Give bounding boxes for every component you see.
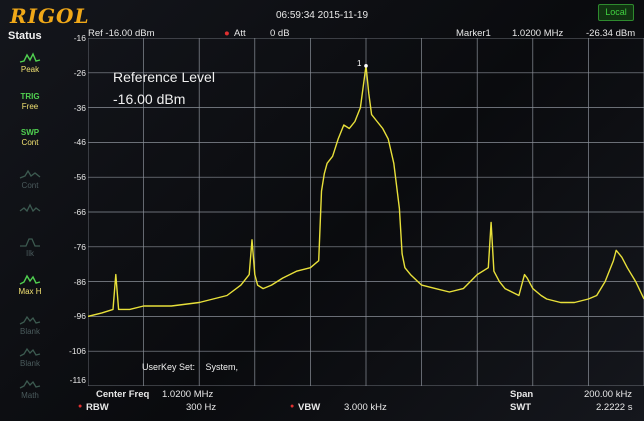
sidebar-item-blank-2[interactable]: Blank (4, 346, 56, 378)
userkey-status: UserKey Set: System, (142, 362, 246, 372)
filter-icon (20, 238, 40, 247)
vbw-label[interactable]: VBW (298, 402, 320, 413)
vbw-indicator-dot: ● (290, 403, 295, 410)
y-tick-label: -56 (73, 172, 86, 183)
y-tick-label: -86 (73, 276, 86, 287)
wave-icon (19, 203, 41, 213)
userkey-label: UserKey Set: (142, 362, 196, 372)
y-tick-label: -66 (73, 207, 86, 217)
y-tick-label: -76 (73, 241, 86, 252)
y-tick-label: -116 (69, 375, 86, 385)
ref-level-annotation: Reference Level -16.00 dBm (113, 66, 215, 110)
datetime: 06:59:34 2015-11-19 (275, 10, 369, 21)
sidebar-item-peak[interactable]: Peak (4, 52, 56, 84)
analyzer-screen: RIGOL 06:59:34 2015-11-19 Local Status P… (0, 0, 644, 421)
rbw-label[interactable]: RBW (86, 402, 109, 413)
rbw-indicator-dot: ● (78, 403, 83, 410)
sidebar-item-heading: TRIG (20, 92, 40, 101)
sidebar-item-ilk[interactable]: Ilk (4, 236, 56, 268)
sidebar-item-label: Ilk (26, 249, 34, 258)
status-sidebar: Status Peak TRIG Free SWP Cont Cont Ilk … (4, 30, 56, 415)
sidebar-item-label: Peak (20, 65, 40, 74)
sidebar-item-wave[interactable] (4, 202, 56, 234)
swt-label[interactable]: SWT (510, 402, 531, 413)
sidebar-item-label: Max H (18, 287, 42, 296)
userkey-value: System, (205, 362, 239, 372)
y-tick-label: -36 (73, 102, 86, 113)
center-freq-value: 1.0200 MHz (162, 389, 214, 400)
y-tick-label: -46 (73, 137, 86, 148)
y-tick-label: -16 (73, 33, 86, 43)
sidebar-item-heading: SWP (20, 128, 40, 137)
sidebar-item-label: Cont (21, 181, 39, 190)
peak-trace-icon (19, 52, 41, 63)
blank-trace-icon (19, 347, 41, 357)
sidebar-item-detector[interactable]: Cont (4, 168, 56, 200)
marker-point (364, 64, 368, 68)
bottom-parameter-bar: Center Freq 1.0200 MHz Span 200.00 kHz ●… (0, 386, 644, 421)
swt-value: 2.2222 s (596, 402, 633, 413)
sidebar-item-swp[interactable]: SWP Cont (4, 128, 56, 160)
span-value: 200.00 kHz (584, 389, 633, 400)
sidebar-item-label: Blank (19, 359, 40, 368)
sidebar-item-trig[interactable]: TRIG Free (4, 92, 56, 124)
sidebar-item-label: Cont (21, 138, 39, 147)
annotation-value: -16.00 dBm (113, 91, 186, 107)
local-badge[interactable]: Local (598, 4, 634, 21)
blank-trace-icon (19, 315, 41, 325)
max-hold-icon (19, 274, 41, 285)
y-tick-label: -106 (68, 346, 86, 357)
sidebar-item-label: Free (21, 102, 39, 111)
detector-icon (19, 169, 41, 179)
marker-number-label: 1 (357, 59, 362, 68)
sidebar-item-label: Blank (19, 327, 40, 336)
rbw-value: 300 Hz (186, 402, 217, 413)
annotation-title: Reference Level (113, 69, 215, 85)
vbw-value: 3.000 kHz (344, 402, 387, 413)
span-label[interactable]: Span (510, 389, 533, 400)
sidebar-item-blank-1[interactable]: Blank (4, 314, 56, 346)
sidebar-item-maxh[interactable]: Max H (4, 274, 56, 306)
center-freq-label[interactable]: Center Freq (96, 389, 149, 400)
status-title: Status (8, 30, 42, 42)
y-tick-label: -96 (73, 311, 86, 322)
y-tick-label: -26 (73, 67, 86, 78)
